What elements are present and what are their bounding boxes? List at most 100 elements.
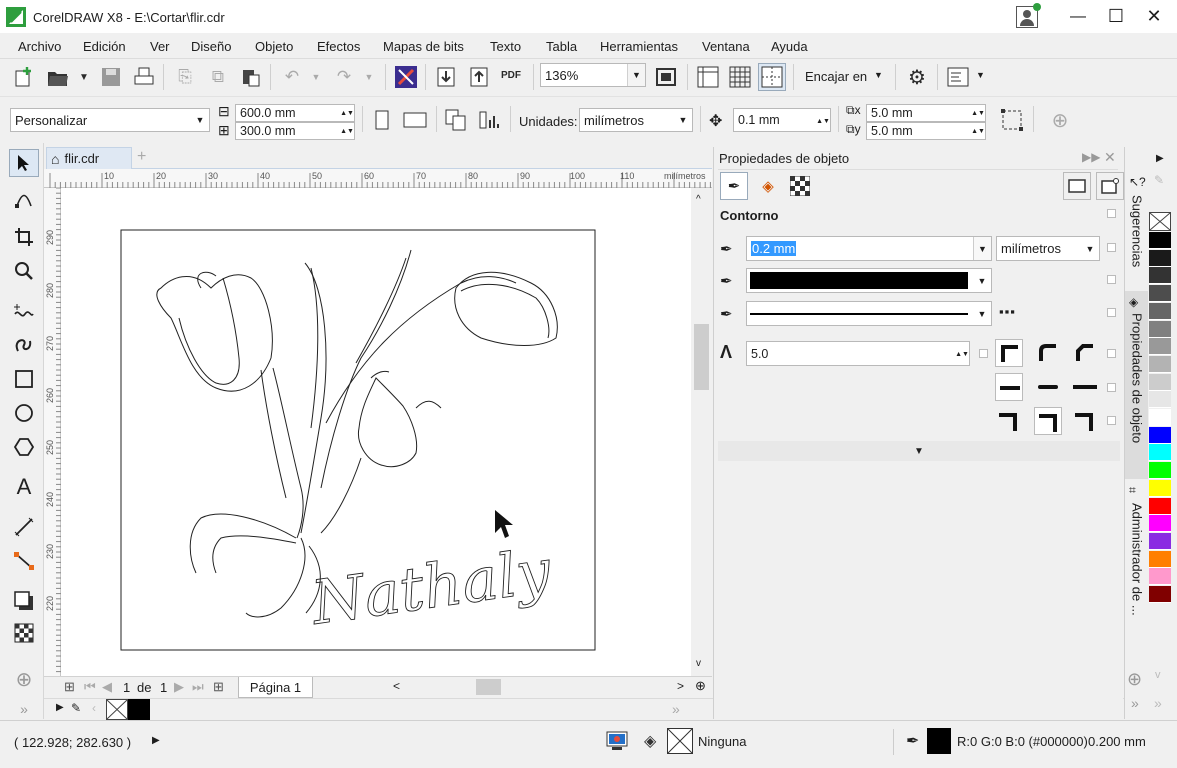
shape-tool-icon[interactable] bbox=[9, 185, 39, 213]
pin-icon[interactable] bbox=[979, 349, 988, 358]
spin-arrows-icon[interactable]: ▲▼ bbox=[340, 123, 354, 139]
copy-icon[interactable]: ⧉ bbox=[204, 63, 232, 91]
menu-efectos[interactable]: Efectos bbox=[317, 39, 360, 54]
color-swatch[interactable] bbox=[1149, 249, 1171, 267]
extended-cap-button[interactable] bbox=[1071, 373, 1099, 401]
export-pdf-icon[interactable]: PDF bbox=[497, 61, 525, 89]
add-page-after-icon[interactable]: ⊞ bbox=[213, 679, 224, 695]
scroll-up-icon[interactable]: ^ bbox=[696, 194, 701, 205]
menu-edicion[interactable]: Edición bbox=[83, 39, 126, 54]
full-screen-preview-icon[interactable] bbox=[652, 63, 680, 91]
horizontal-ruler[interactable]: 10 20 30 40 50 60 70 80 90 100 110 milím… bbox=[44, 169, 712, 188]
miter-limit-field[interactable]: 5.0 ▲▼ bbox=[746, 341, 970, 366]
document-tab[interactable]: ⌂ flir.cdr bbox=[46, 147, 132, 169]
menu-objeto[interactable]: Objeto bbox=[255, 39, 293, 54]
color-swatch[interactable] bbox=[1149, 302, 1171, 320]
redo-dropdown-icon[interactable]: ▼ bbox=[355, 63, 383, 91]
show-rulers-icon[interactable] bbox=[694, 63, 722, 91]
line-style-select[interactable]: ▼ bbox=[746, 301, 992, 326]
menu-mapas-de-bits[interactable]: Mapas de bits bbox=[383, 39, 464, 54]
vertical-ruler[interactable]: 290 280 270 260 250 240 230 220 bbox=[44, 188, 61, 676]
save-icon[interactable] bbox=[97, 63, 125, 91]
color-swatch[interactable] bbox=[1149, 355, 1171, 373]
fill-bucket-tab-icon[interactable]: ◈ bbox=[754, 172, 782, 200]
outline-units-select[interactable]: milímetros ▼ bbox=[996, 236, 1100, 261]
previous-page-icon[interactable]: ◀ bbox=[102, 679, 112, 695]
palette-menu-icon[interactable]: ▶ bbox=[56, 702, 64, 713]
redo-icon[interactable]: ↷ bbox=[330, 63, 358, 91]
add-page-before-icon[interactable]: ⊞ bbox=[64, 679, 75, 695]
menu-ver[interactable]: Ver bbox=[150, 39, 170, 54]
color-swatch[interactable] bbox=[1149, 497, 1171, 515]
horizontal-scrollbar-thumb[interactable] bbox=[476, 679, 501, 695]
spin-arrows-icon[interactable]: ▲▼ bbox=[955, 345, 969, 363]
inside-outline-button[interactable] bbox=[1071, 407, 1099, 435]
no-color-swatch[interactable] bbox=[106, 699, 128, 720]
treat-as-filled-icon[interactable] bbox=[998, 106, 1026, 134]
menu-archivo[interactable]: Archivo bbox=[18, 39, 61, 54]
page-tab[interactable]: Página 1 bbox=[238, 677, 313, 698]
page-height-field[interactable]: 300.0 mm ▲▼ bbox=[235, 122, 355, 140]
connector-tool-icon[interactable] bbox=[9, 547, 39, 575]
open-dropdown-icon[interactable]: ▼ bbox=[70, 63, 98, 91]
print-icon[interactable] bbox=[130, 63, 158, 91]
color-swatch[interactable] bbox=[1149, 444, 1171, 462]
docker-expand-icon[interactable]: » bbox=[1131, 695, 1139, 711]
import-icon[interactable] bbox=[432, 63, 460, 91]
freehand-tool-icon[interactable] bbox=[9, 298, 39, 326]
undo-dropdown-icon[interactable]: ▼ bbox=[302, 63, 330, 91]
color-swatch[interactable] bbox=[1149, 338, 1171, 356]
color-swatch[interactable] bbox=[1149, 320, 1171, 338]
color-swatch[interactable] bbox=[1149, 267, 1171, 285]
polygon-tool-icon[interactable] bbox=[9, 433, 39, 461]
menu-texto[interactable]: Texto bbox=[490, 39, 521, 54]
color-swatch[interactable] bbox=[1149, 550, 1171, 568]
color-swatch[interactable] bbox=[1149, 373, 1171, 391]
open-folder-icon[interactable] bbox=[44, 63, 72, 91]
current-page-number[interactable]: 1 bbox=[123, 680, 130, 695]
palette-expand-icon[interactable]: » bbox=[1154, 695, 1162, 711]
options-gear-icon[interactable]: ⚙ bbox=[903, 63, 931, 91]
color-swatch[interactable] bbox=[1149, 568, 1171, 586]
pin-icon[interactable] bbox=[1107, 275, 1116, 284]
tab-sugerencias[interactable]: Sugerencias bbox=[1127, 195, 1147, 270]
no-color-swatch[interactable] bbox=[1149, 212, 1171, 231]
units-select[interactable]: milímetros ▼ bbox=[579, 108, 693, 132]
show-guidelines-icon[interactable] bbox=[758, 63, 786, 91]
docker-collapse-icon[interactable]: ▶▶ bbox=[1082, 150, 1100, 164]
scrollbar-thumb[interactable] bbox=[694, 324, 709, 390]
pin-icon[interactable] bbox=[1107, 416, 1116, 425]
pick-tool-icon[interactable] bbox=[9, 149, 39, 177]
pin-icon[interactable] bbox=[1107, 349, 1116, 358]
navigator-zoom-icon[interactable]: ⊕ bbox=[695, 678, 706, 694]
section-pin-icon[interactable] bbox=[1107, 209, 1116, 218]
color-proofing-icon[interactable] bbox=[606, 730, 628, 752]
color-swatch[interactable] bbox=[1149, 462, 1171, 480]
color-swatch[interactable] bbox=[1149, 232, 1171, 249]
frame-option-2-icon[interactable] bbox=[1096, 172, 1124, 200]
spin-arrows-icon[interactable]: ▲▼ bbox=[971, 105, 985, 121]
square-cap-button[interactable] bbox=[995, 373, 1023, 401]
snap-to-label[interactable]: Encajar en bbox=[805, 69, 867, 84]
transparency-tool-icon[interactable] bbox=[9, 619, 39, 647]
paste-icon[interactable] bbox=[237, 63, 265, 91]
user-account-icon[interactable] bbox=[1016, 3, 1041, 28]
scroll-right-icon[interactable]: > bbox=[677, 679, 684, 693]
centered-outline-button[interactable] bbox=[1034, 407, 1062, 435]
line-style-settings-icon[interactable]: ▪▪▪ bbox=[999, 304, 1016, 319]
last-page-icon[interactable]: ⏭ bbox=[192, 679, 204, 695]
menu-tabla[interactable]: Tabla bbox=[546, 39, 577, 54]
status-expand-icon[interactable]: ▶ bbox=[152, 735, 160, 746]
artistic-media-tool-icon[interactable] bbox=[9, 331, 39, 359]
docker-close-icon[interactable]: ✕ bbox=[1104, 149, 1116, 166]
search-content-icon[interactable] bbox=[392, 63, 420, 91]
outline-width-select[interactable]: 0.2 mm ▼ bbox=[746, 236, 992, 261]
current-page-icon[interactable] bbox=[476, 106, 504, 134]
nudge-distance-field[interactable]: 0.1 mm ▲▼ bbox=[733, 108, 831, 132]
scroll-down-icon[interactable]: v bbox=[696, 658, 701, 669]
crop-tool-icon[interactable] bbox=[9, 223, 39, 251]
close-button[interactable]: ✕ bbox=[1131, 0, 1177, 33]
color-swatch[interactable] bbox=[1149, 391, 1171, 409]
show-grid-icon[interactable] bbox=[726, 63, 754, 91]
tab-propiedades-de-objeto[interactable]: Propiedades de objeto bbox=[1127, 313, 1147, 479]
